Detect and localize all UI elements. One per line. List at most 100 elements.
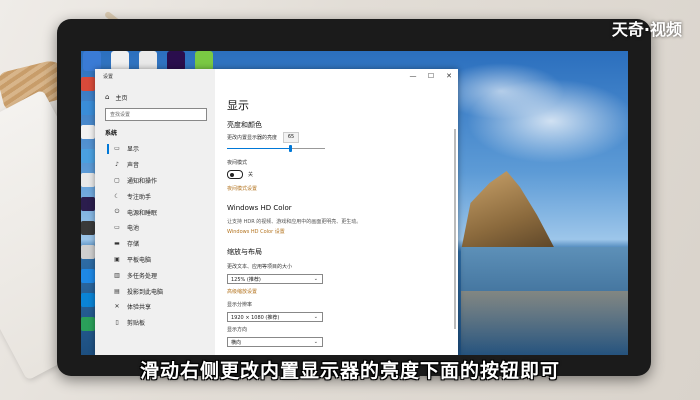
focus-assist-icon: ☾: [114, 192, 120, 200]
wallpaper-beach: [461, 291, 628, 355]
sidebar-item[interactable]: ♪ 声音: [95, 157, 215, 173]
monitor: 设置 — ☐ ✕ ⌂ 主页 查找设置 系统 ▭ 显示 ♪ 声音 ▢ 通知和操作 ☾ 专注助手 ⏻…: [57, 19, 651, 376]
desktop-icon[interactable]: [81, 293, 95, 307]
brightness-tooltip: 65: [283, 132, 299, 143]
video-subtitle: 滑动右侧更改内置显示器的亮度下面的按钮即可: [139, 360, 560, 382]
scale-section-title: 缩放与布局: [227, 248, 262, 256]
hdr-settings-link[interactable]: Windows HD Color 设置: [227, 228, 458, 235]
projecting-icon: ▤: [114, 287, 120, 295]
sidebar-item-label: 电源和睡眠: [127, 209, 158, 217]
scale-label: 更改文本、应用等项目的大小: [227, 264, 293, 270]
brightness-slider[interactable]: 65: [227, 132, 325, 152]
scrollbar[interactable]: [454, 129, 456, 329]
sidebar-item[interactable]: ✕ 体验共享: [95, 299, 215, 315]
sidebar-item-label: 主页: [115, 94, 128, 102]
desktop-icon[interactable]: [81, 125, 95, 139]
display-icon: ▭: [114, 145, 120, 153]
desktop-left-icons: [81, 77, 95, 341]
power-icon: ⏻: [114, 208, 120, 216]
hdr-section-title: Windows HD Color: [227, 204, 292, 212]
sidebar-item[interactable]: ▣ 平板电脑: [95, 252, 215, 268]
sidebar-item[interactable]: ☾ 专注助手: [95, 188, 215, 204]
app-icon[interactable]: [83, 51, 101, 71]
desktop-top-icons: [81, 51, 213, 71]
chevron-down-icon: ⌄: [313, 339, 318, 345]
orientation-value: 横向: [231, 339, 242, 346]
brightness-label: 更改内置显示器的亮度: [227, 135, 278, 141]
slider-fill: [227, 148, 291, 149]
sidebar-item-label: 专注助手: [127, 193, 152, 201]
page-title: 显示: [227, 99, 249, 112]
sidebar-item-label: 电池: [127, 225, 140, 233]
display-settings-pane: 显示 亮度和颜色 更改内置显示器的亮度 65 夜间模式 关 夜间模式设置 Win…: [215, 69, 458, 355]
sidebar-item-label: 声音: [127, 162, 140, 170]
night-light-label: 夜间模式: [227, 160, 248, 166]
advanced-scaling-link[interactable]: 高级缩放设置: [227, 288, 458, 295]
home-icon: ⌂: [105, 93, 110, 101]
hdr-description: 让支持 HDR 的视频、游戏和应用中的画面更明亮、更生动。: [227, 219, 362, 225]
search-placeholder: 查找设置: [110, 112, 131, 118]
desktop-icon[interactable]: [81, 101, 95, 115]
chevron-down-icon: ⌄: [313, 276, 318, 282]
chevron-down-icon: ⌄: [313, 314, 318, 320]
sidebar-item[interactable]: ▯ 剪贴板: [95, 315, 215, 331]
sidebar-item[interactable]: ▭ 显示: [95, 141, 215, 157]
tablet-icon: ▣: [114, 255, 120, 263]
sidebar-item-label: 平板电脑: [127, 256, 152, 264]
resolution-label: 显示分辨率: [227, 302, 253, 308]
sidebar-item[interactable]: ▬ 存储: [95, 236, 215, 252]
watermark-logo: 天奇·视频: [611, 20, 682, 39]
game-icon[interactable]: [195, 51, 213, 71]
sidebar-item[interactable]: ▤ 投影到此电脑: [95, 283, 215, 299]
scale-dropdown[interactable]: 125% (推荐) ⌄: [227, 274, 323, 284]
clipboard-icon: ▯: [115, 319, 119, 327]
sidebar-item-label: 通知和操作: [127, 177, 158, 185]
pen-icon[interactable]: [139, 51, 157, 71]
shared-experiences-icon: ✕: [114, 303, 120, 311]
desktop-icon[interactable]: [81, 245, 95, 259]
sidebar-item[interactable]: ▥ 多任务处理: [95, 267, 215, 283]
sidebar-list: ▭ 显示 ♪ 声音 ▢ 通知和操作 ☾ 专注助手 ⏻ 电源和睡眠 ▭ 电池 ▬ 存储 ▣ 平板电脑 ▥ 多任务处理…: [95, 141, 215, 331]
notifications-icon: ▢: [114, 176, 120, 184]
battery-icon: ▭: [114, 224, 120, 232]
sidebar-item-label: 体验共享: [127, 304, 152, 312]
multitasking-icon: ▥: [114, 271, 120, 279]
sidebar-item-label: 显示: [127, 146, 140, 154]
sidebar-item[interactable]: ▢ 通知和操作: [95, 173, 215, 189]
brightness-section-title: 亮度和颜色: [227, 121, 262, 129]
search-input[interactable]: 查找设置: [105, 108, 207, 121]
sidebar-item-label: 剪贴板: [127, 320, 146, 328]
photoshop-icon[interactable]: [81, 197, 95, 211]
desktop-screen: 设置 — ☐ ✕ ⌂ 主页 查找设置 系统 ▭ 显示 ♪ 声音 ▢ 通知和操作 ☾ 专注助手 ⏻…: [81, 51, 628, 355]
sidebar-item-label: 投影到此电脑: [127, 288, 164, 296]
resolution-dropdown[interactable]: 1920 × 1080 (推荐) ⌄: [227, 312, 323, 322]
resolution-value: 1920 × 1080 (推荐): [231, 314, 280, 321]
storage-icon: ▬: [114, 240, 120, 248]
window-title: 设置: [103, 73, 114, 80]
orientation-dropdown[interactable]: 横向 ⌄: [227, 337, 323, 347]
night-light-row: 关: [227, 170, 458, 179]
sidebar-item[interactable]: ⏻ 电源和睡眠: [95, 204, 215, 220]
sound-icon: ♪: [115, 161, 119, 169]
unity-icon[interactable]: [111, 51, 129, 71]
sidebar-item-label: 存储: [127, 241, 140, 249]
sidebar-item-home[interactable]: ⌂ 主页: [95, 91, 215, 103]
night-light-state: 关: [248, 172, 254, 178]
sidebar-section-title: 系统: [105, 130, 118, 137]
desktop-icon[interactable]: [81, 269, 95, 283]
night-light-toggle[interactable]: [227, 170, 243, 179]
scale-value: 125% (推荐): [231, 276, 261, 283]
desktop-icon[interactable]: [81, 221, 95, 235]
orientation-label: 显示方向: [227, 327, 248, 333]
desktop-icon[interactable]: [81, 317, 95, 331]
settings-sidebar: ⌂ 主页 查找设置 系统 ▭ 显示 ♪ 声音 ▢ 通知和操作 ☾ 专注助手 ⏻ 电源和睡眠 ▭ 电池 ▬…: [95, 69, 215, 355]
night-light-settings-link[interactable]: 夜间模式设置: [227, 185, 458, 192]
desktop-icon[interactable]: [81, 77, 95, 91]
premiere-icon[interactable]: [167, 51, 185, 71]
sidebar-item-label: 多任务处理: [127, 272, 158, 280]
desktop-icon[interactable]: [81, 149, 95, 163]
slider-thumb[interactable]: [289, 145, 293, 152]
sidebar-item[interactable]: ▭ 电池: [95, 220, 215, 236]
settings-window: 设置 — ☐ ✕ ⌂ 主页 查找设置 系统 ▭ 显示 ♪ 声音 ▢ 通知和操作 ☾ 专注助手 ⏻…: [95, 69, 458, 355]
desktop-icon[interactable]: [81, 173, 95, 187]
